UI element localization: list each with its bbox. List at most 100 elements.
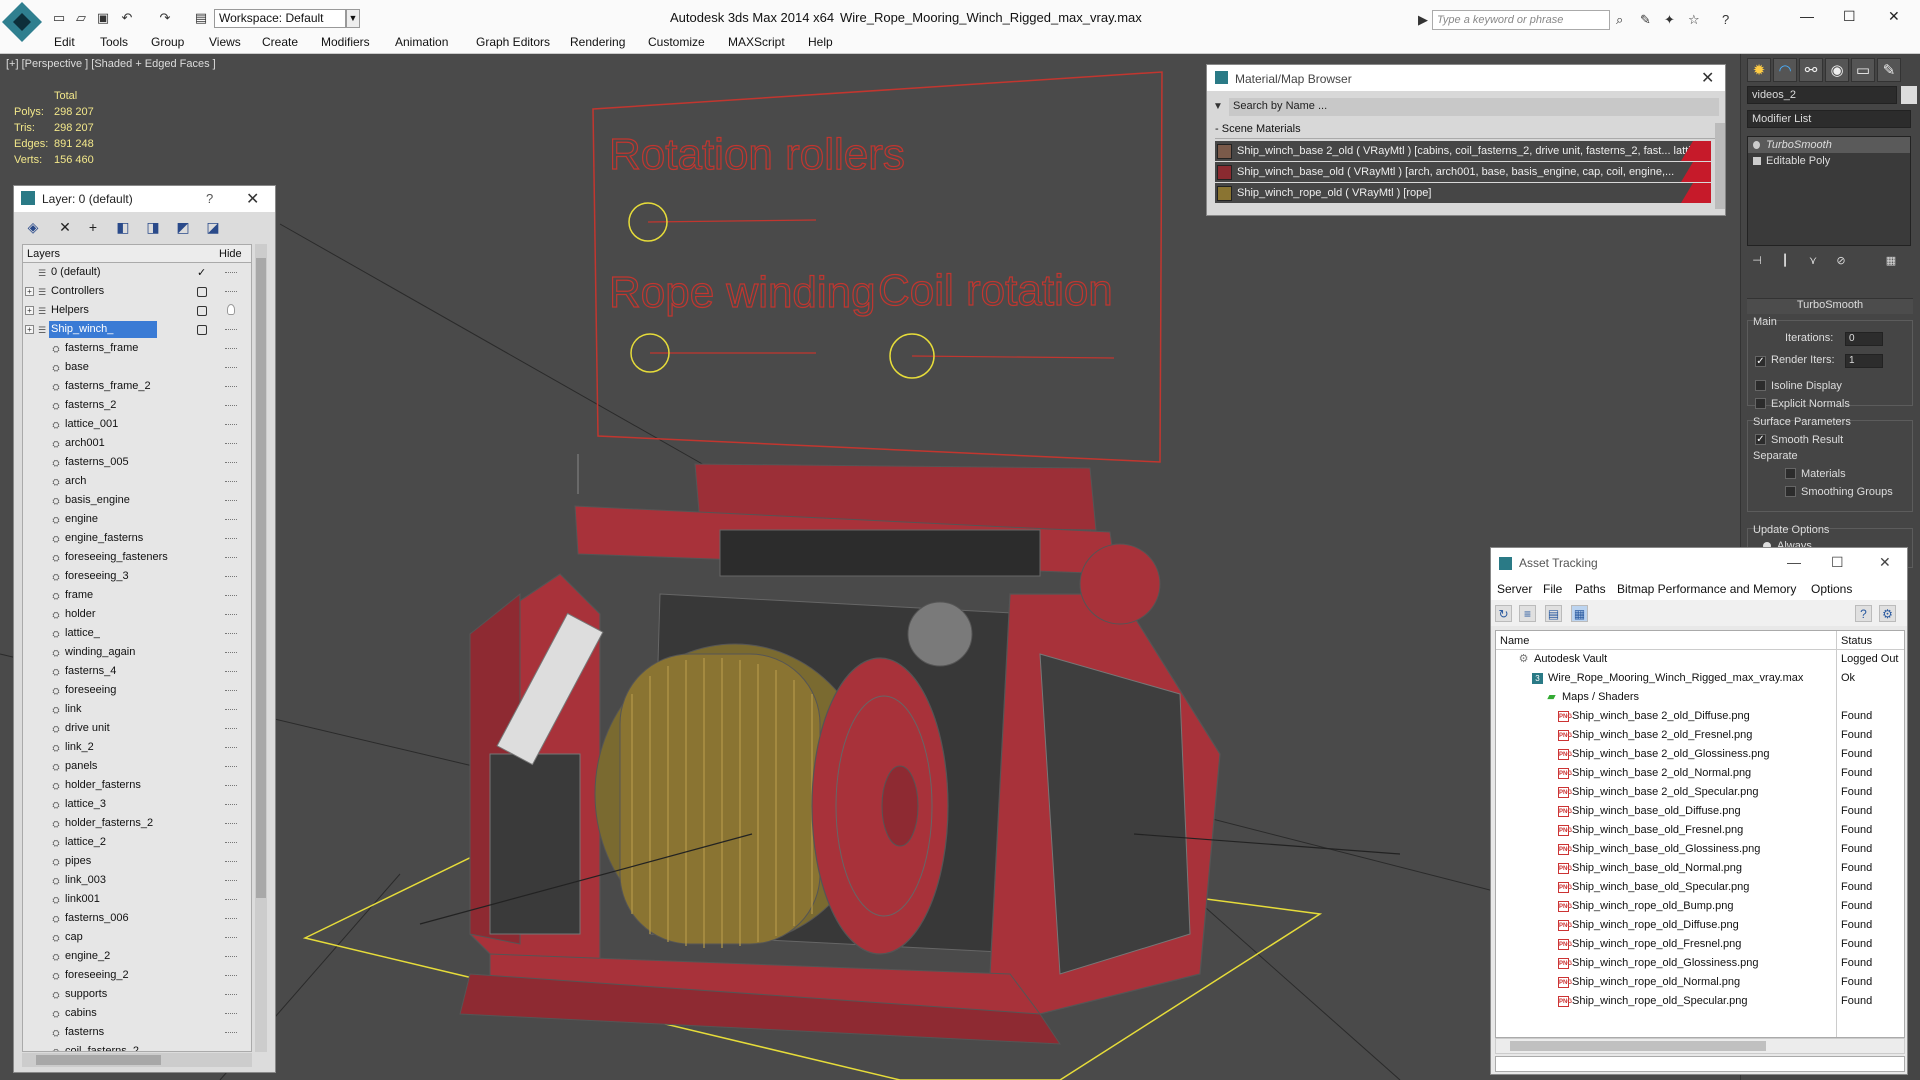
- vertical-scrollbar[interactable]: [255, 244, 267, 1052]
- chevron-down-icon[interactable]: ▼: [346, 9, 360, 28]
- menu-customize[interactable]: Customize: [648, 35, 705, 49]
- object-row[interactable]: ⛭ foreseeing_2: [23, 966, 251, 985]
- scroll-thumb[interactable]: [36, 1055, 161, 1065]
- object-row[interactable]: ⛭ foreseeing_3: [23, 567, 251, 586]
- close-icon[interactable]: ✕: [1701, 68, 1714, 88]
- material-row[interactable]: Ship_winch_rope_old ( VRayMtl ) [rope]: [1215, 183, 1711, 203]
- object-row[interactable]: ⛭ base: [23, 358, 251, 377]
- hide-toggle[interactable]: [225, 424, 237, 425]
- menu-help[interactable]: Help: [808, 35, 833, 49]
- hide-toggle[interactable]: [225, 842, 237, 843]
- object-row[interactable]: ⛭ coil_fasterns_2: [23, 1042, 251, 1052]
- menu-graph-editors[interactable]: Graph Editors: [476, 35, 550, 49]
- object-row[interactable]: ⛭ foreseeing: [23, 681, 251, 700]
- hide-toggle[interactable]: [225, 956, 237, 957]
- menu-options[interactable]: Options: [1811, 582, 1852, 596]
- menu-paths[interactable]: Paths: [1575, 582, 1606, 596]
- subscription-icon[interactable]: ✦: [1664, 12, 1675, 28]
- material-row[interactable]: Ship_winch_base 2_old ( VRayMtl ) [cabin…: [1215, 141, 1711, 161]
- asset-row-vault[interactable]: ⚙ Autodesk Vault Logged Out: [1496, 650, 1904, 669]
- hide-toggle[interactable]: [225, 937, 237, 938]
- object-row[interactable]: ⛭ winding_again: [23, 643, 251, 662]
- hide-toggle[interactable]: [225, 557, 237, 558]
- help-icon[interactable]: ?: [1855, 605, 1872, 622]
- object-name-field[interactable]: videos_2: [1747, 86, 1897, 104]
- remove-modifier-icon[interactable]: ⊘: [1831, 254, 1851, 272]
- layer-new-icon[interactable]: ◈: [24, 219, 42, 235]
- hide-toggle[interactable]: [225, 709, 237, 710]
- hide-toggle[interactable]: [225, 614, 237, 615]
- hide-toggle[interactable]: [225, 291, 237, 292]
- smoothing-groups-checkbox[interactable]: [1785, 486, 1796, 497]
- hide-toggle[interactable]: [225, 671, 237, 672]
- viewport-label[interactable]: [+] [Perspective ] [Shaded + Edged Faces…: [6, 58, 216, 70]
- search-input[interactable]: Type a keyword or phrase: [1432, 10, 1610, 30]
- menu-edit[interactable]: Edit: [54, 35, 75, 49]
- hide-toggle[interactable]: [225, 747, 237, 748]
- asset-row-map[interactable]: PNG Ship_winch_base_old_Specular.png Found: [1496, 878, 1904, 897]
- hide-toggle[interactable]: [225, 462, 237, 463]
- hide-toggle[interactable]: [225, 329, 237, 330]
- asset-row-map[interactable]: PNG Ship_winch_rope_old_Fresnel.png Found: [1496, 935, 1904, 954]
- hide-toggle[interactable]: [225, 367, 237, 368]
- object-row[interactable]: ⛭ engine: [23, 510, 251, 529]
- menu-rendering[interactable]: Rendering: [570, 35, 625, 49]
- object-row[interactable]: ⛭ link_003: [23, 871, 251, 890]
- asset-row-map[interactable]: PNG Ship_winch_base 2_old_Glossiness.png F…: [1496, 745, 1904, 764]
- hierarchy-tab-icon[interactable]: ⚯: [1799, 58, 1823, 82]
- layer-row[interactable]: + ☰ Helpers: [23, 301, 251, 320]
- material-search-input[interactable]: Search by Name ...: [1229, 98, 1719, 116]
- layer-panel-titlebar[interactable]: Layer: 0 (default) ? ✕: [14, 186, 275, 212]
- column-layers[interactable]: Layers: [27, 248, 60, 260]
- hide-toggle[interactable]: [225, 652, 237, 653]
- menu-maxscript[interactable]: MAXScript: [728, 35, 785, 49]
- asset-row-map[interactable]: PNG Ship_winch_rope_old_Bump.png Found: [1496, 897, 1904, 916]
- asset-list[interactable]: Name Status ⚙ Autodesk Vault Logged Out …: [1495, 630, 1905, 1038]
- motion-tab-icon[interactable]: ◉: [1825, 58, 1849, 82]
- save-file-icon[interactable]: ▣: [96, 11, 110, 25]
- communication-icon[interactable]: ✎: [1640, 12, 1651, 28]
- hide-toggle[interactable]: [225, 481, 237, 482]
- asset-row-map[interactable]: PNG Ship_winch_base_old_Fresnel.png Found: [1496, 821, 1904, 840]
- undo-icon[interactable]: ↶: [120, 11, 134, 25]
- close-icon[interactable]: ✕: [1879, 554, 1891, 571]
- object-row[interactable]: ⛭ lattice_3: [23, 795, 251, 814]
- minimize-icon[interactable]: —: [1800, 8, 1814, 24]
- column-hide[interactable]: Hide: [219, 248, 242, 260]
- modify-tab-icon[interactable]: ◠: [1773, 58, 1797, 82]
- hide-toggle[interactable]: [225, 728, 237, 729]
- open-file-icon[interactable]: ▱: [74, 11, 88, 25]
- hide-toggle[interactable]: [225, 538, 237, 539]
- explicit-normals-checkbox[interactable]: [1755, 398, 1766, 409]
- utilities-tab-icon[interactable]: ✎: [1877, 58, 1901, 82]
- help-icon[interactable]: ?: [1722, 12, 1729, 27]
- object-row[interactable]: ⛭ lattice_001: [23, 415, 251, 434]
- display-tab-icon[interactable]: ▭: [1851, 58, 1875, 82]
- asset-row-map[interactable]: PNG Ship_winch_rope_old_Diffuse.png Found: [1496, 916, 1904, 935]
- object-row[interactable]: ⛭ link_2: [23, 738, 251, 757]
- render-iters-checkbox[interactable]: ✓: [1755, 356, 1766, 367]
- menu-modifiers[interactable]: Modifiers: [321, 35, 370, 49]
- object-row[interactable]: ⛭ fasterns: [23, 1023, 251, 1042]
- menu-bitmap-performance[interactable]: Bitmap Performance and Memory: [1617, 582, 1796, 596]
- object-row[interactable]: ⛭ link001: [23, 890, 251, 909]
- layer-current-check-icon[interactable]: ✓: [197, 268, 207, 279]
- asset-row-map[interactable]: PNG Ship_winch_base_old_Normal.png Found: [1496, 859, 1904, 878]
- hide-toggle[interactable]: [225, 823, 237, 824]
- modifier-stack[interactable]: TurboSmooth Editable Poly: [1747, 136, 1911, 246]
- modifier-list-dropdown[interactable]: Modifier List: [1747, 110, 1911, 128]
- hide-toggle[interactable]: [225, 785, 237, 786]
- object-row[interactable]: ⛭ link: [23, 700, 251, 719]
- asset-row-map[interactable]: PNG Ship_winch_rope_old_Specular.png Found: [1496, 992, 1904, 1011]
- expand-plus-icon[interactable]: +: [25, 287, 34, 296]
- object-row[interactable]: ⛭ frame: [23, 586, 251, 605]
- hide-toggle[interactable]: [225, 443, 237, 444]
- table-view-icon[interactable]: ▦: [1571, 605, 1588, 622]
- iterations-spinner[interactable]: 0: [1845, 332, 1883, 346]
- layer-current-checkbox[interactable]: [197, 287, 207, 297]
- refresh-icon[interactable]: ↻: [1495, 605, 1512, 622]
- object-row[interactable]: ⛭ engine_2: [23, 947, 251, 966]
- hide-toggle[interactable]: [225, 1051, 237, 1052]
- hide-toggle[interactable]: [225, 880, 237, 881]
- light-bulb-icon[interactable]: [1753, 141, 1760, 149]
